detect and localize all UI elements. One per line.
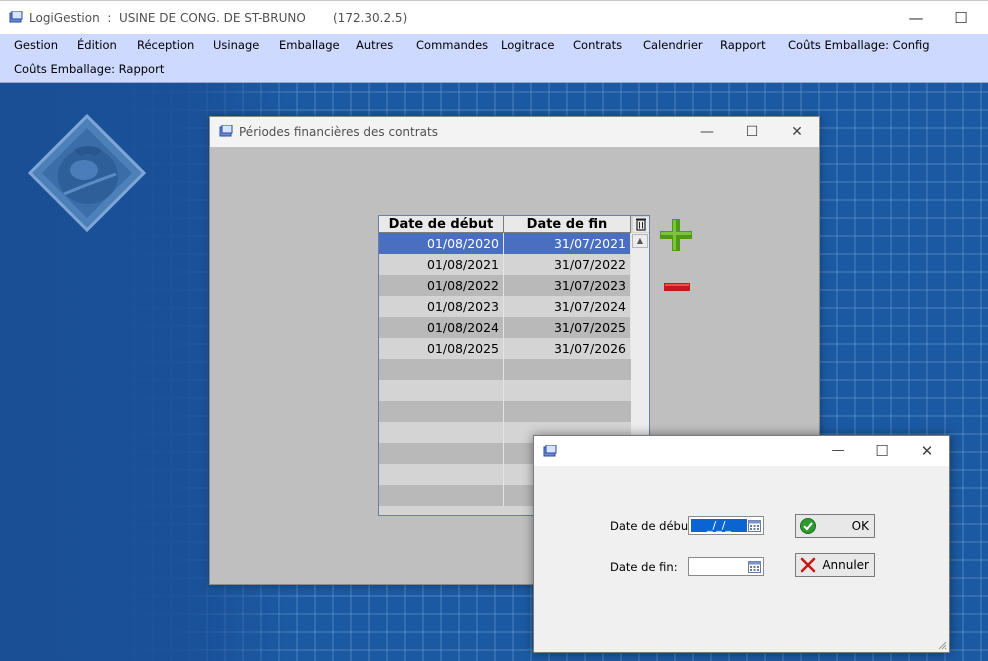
menu-contrats[interactable]: Contrats [573, 38, 622, 52]
menu-couts-emballage-config[interactable]: Coûts Emballage: Config [788, 38, 930, 52]
cell-end: 31/07/2021 [504, 233, 631, 254]
start-date-value[interactable]: _/_/_ [691, 519, 747, 532]
company-logo [28, 114, 146, 232]
window-icon [543, 445, 557, 457]
column-header-start[interactable]: Date de début [379, 216, 504, 233]
dialog-titlebar[interactable]: — ☐ ✕ [534, 436, 949, 466]
periods-minimize-button[interactable]: — [689, 120, 725, 144]
cell-start: 01/08/2023 [379, 296, 504, 317]
periods-maximize-button[interactable]: ☐ [734, 120, 770, 144]
periods-close-button[interactable]: ✕ [779, 120, 815, 144]
column-chooser-icon[interactable] [633, 217, 649, 232]
server-ip: (172.30.2.5) [333, 11, 408, 25]
dialog-maximize-button[interactable]: ☐ [864, 439, 900, 463]
menu-emballage[interactable]: Emballage [279, 38, 340, 52]
cell-end: 31/07/2024 [504, 296, 631, 317]
periods-window-titlebar[interactable]: Périodes financières des contrats — ☐ ✕ [210, 117, 819, 147]
cross-icon [800, 557, 816, 573]
menu-bar: Gestion Édition Réception Usinage Emball… [0, 34, 988, 83]
menu-logitrace[interactable]: Logitrace [501, 38, 554, 52]
menu-autres[interactable]: Autres [356, 38, 393, 52]
cell-end: 31/07/2026 [504, 338, 631, 359]
cell-end: 31/07/2025 [504, 317, 631, 338]
dialog-close-button[interactable]: ✕ [909, 439, 945, 463]
add-period-button[interactable] [659, 218, 693, 252]
end-date-label: Date de fin: [610, 560, 678, 574]
app-icon [9, 11, 23, 23]
cell-start: 01/08/2025 [379, 338, 504, 359]
window-icon [219, 125, 233, 137]
table-row[interactable]: 01/08/2024 31/07/2025 [379, 317, 631, 338]
menu-usinage[interactable]: Usinage [213, 38, 259, 52]
cell-end: 31/07/2023 [504, 275, 631, 296]
empty-row [379, 401, 631, 422]
ok-button-label: OK [851, 519, 869, 533]
calendar-icon[interactable] [748, 519, 761, 532]
table-row[interactable]: 01/08/2020 31/07/2021 [379, 233, 631, 254]
scroll-up-icon[interactable]: ▲ [632, 234, 648, 248]
remove-period-button[interactable] [664, 283, 690, 291]
start-date-label: Date de début: [610, 519, 697, 533]
table-row[interactable]: 01/08/2025 31/07/2026 [379, 338, 631, 359]
check-icon [800, 518, 816, 534]
menu-calendrier[interactable]: Calendrier [643, 38, 703, 52]
empty-row [379, 380, 631, 401]
resize-grip-icon[interactable] [937, 640, 947, 650]
app-title: LogiGestion : USINE DE CONG. DE ST-BRUNO [29, 11, 306, 25]
cell-start: 01/08/2024 [379, 317, 504, 338]
cancel-button-label: Annuler [822, 558, 869, 572]
calendar-icon[interactable] [748, 560, 761, 573]
maximize-button[interactable]: ☐ [943, 6, 979, 30]
cancel-button[interactable]: Annuler [795, 553, 875, 577]
start-date-field[interactable]: _/_/_ [688, 516, 764, 535]
menu-edition[interactable]: Édition [77, 38, 117, 52]
end-date-field[interactable] [688, 557, 764, 576]
table-row[interactable]: 01/08/2022 31/07/2023 [379, 275, 631, 296]
menu-couts-emballage-rapport[interactable]: Coûts Emballage: Rapport [14, 62, 164, 76]
menu-gestion[interactable]: Gestion [14, 38, 58, 52]
minimize-button[interactable]: — [898, 6, 934, 30]
periods-window-title: Périodes financières des contrats [239, 125, 438, 139]
end-date-value[interactable] [691, 560, 747, 573]
dialog-minimize-button[interactable]: — [820, 439, 856, 463]
table-row[interactable]: 01/08/2021 31/07/2022 [379, 254, 631, 275]
column-header-end[interactable]: Date de fin [504, 216, 631, 233]
cell-start: 01/08/2020 [379, 233, 504, 254]
empty-row [379, 359, 631, 380]
period-dialog: — ☐ ✕ Date de début: _/_/_ Date de fin: … [533, 435, 950, 653]
menu-rapport[interactable]: Rapport [720, 38, 766, 52]
table-row[interactable]: 01/08/2023 31/07/2024 [379, 296, 631, 317]
cell-start: 01/08/2021 [379, 254, 504, 275]
ok-button[interactable]: OK [795, 514, 875, 538]
cell-start: 01/08/2022 [379, 275, 504, 296]
menu-commandes[interactable]: Commandes [416, 38, 488, 52]
app-titlebar: LogiGestion : USINE DE CONG. DE ST-BRUNO… [0, 0, 988, 34]
cell-end: 31/07/2022 [504, 254, 631, 275]
menu-reception[interactable]: Réception [137, 38, 194, 52]
